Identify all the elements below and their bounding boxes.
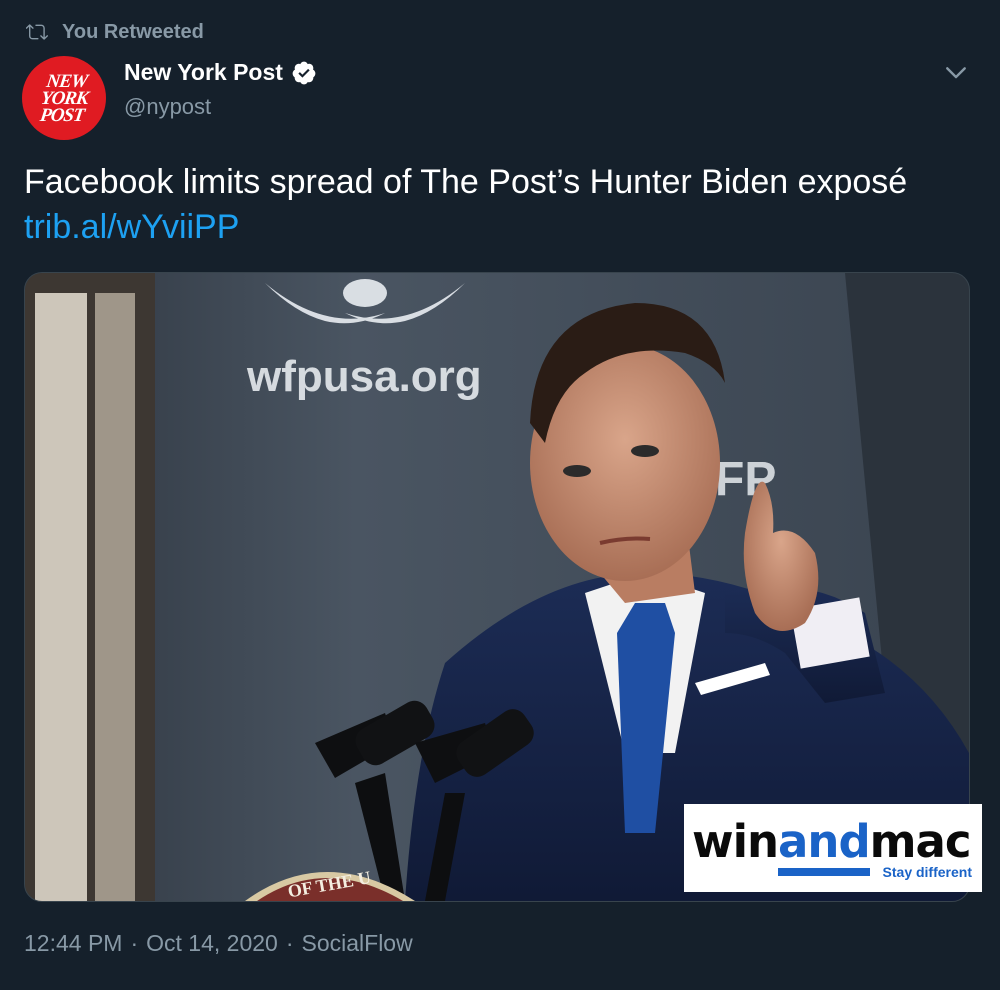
tweet-body: Facebook limits spread of The Post’s Hun…: [24, 163, 908, 201]
retweet-icon: [26, 24, 48, 40]
watermark-brand-mid: and: [778, 815, 871, 876]
meta-separator: ·: [130, 930, 139, 956]
watermark-logo: winandmac Stay different: [684, 804, 982, 892]
logo-line-3: POST: [38, 104, 85, 126]
watermark-tagline: Stay different: [882, 864, 972, 880]
retweet-context: You Retweeted: [26, 18, 204, 46]
author-name[interactable]: New York Post: [124, 59, 317, 86]
tweet-date[interactable]: Oct 14, 2020: [146, 930, 278, 957]
logo-line-1: NEW: [44, 70, 89, 92]
retweet-label[interactable]: You Retweeted: [62, 21, 204, 44]
watermark-brand-right: mac: [869, 815, 972, 868]
watermark-brand-left: win: [692, 815, 779, 868]
author-handle[interactable]: @nypost: [124, 94, 211, 120]
tweet-source[interactable]: SocialFlow: [302, 930, 413, 957]
chevron-down-icon[interactable]: [942, 58, 970, 86]
tweet-text: Facebook limits spread of The Post’s Hun…: [24, 160, 974, 250]
author-name-text[interactable]: New York Post: [124, 59, 283, 86]
watermark-brand: winandmac: [692, 815, 972, 876]
tweet-meta: 12:44 PM · Oct 14, 2020 · SocialFlow: [24, 930, 413, 957]
logo-line-2: YORK: [39, 87, 89, 109]
tweet-card: You Retweeted NEW YORK POST New York Pos…: [0, 0, 1000, 990]
verified-badge-icon: [292, 61, 316, 84]
meta-separator: ·: [285, 930, 294, 956]
tweet-link[interactable]: trib.al/wYviiPP: [24, 208, 239, 246]
nypost-logo: NEW YORK POST: [37, 70, 91, 126]
avatar[interactable]: NEW YORK POST: [22, 56, 106, 140]
backdrop-text: wfpusa.org: [246, 352, 482, 401]
tweet-time[interactable]: 12:44 PM: [24, 930, 122, 957]
